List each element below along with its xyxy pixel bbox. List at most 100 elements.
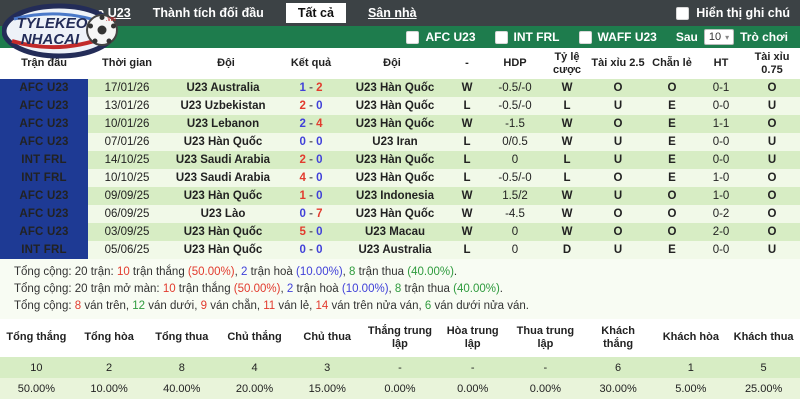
away-team-link[interactable]: U23 Indonesia	[336, 187, 448, 205]
games-count-select[interactable]: 10 ▾	[703, 29, 735, 45]
summary-segment: (10.00%)	[295, 266, 343, 278]
waff-u23-checkbox[interactable]	[578, 30, 592, 44]
competition-badge: AFC U23	[0, 97, 88, 115]
home-team-link[interactable]: U23 Hàn Quốc	[166, 187, 286, 205]
halftime-score: 0-0	[698, 97, 744, 115]
hdp-value: -1.5	[486, 115, 544, 133]
stats-value-cell: 2	[72, 357, 146, 378]
odd-even-letter: O	[646, 79, 698, 97]
over-under-25-letter: U	[590, 187, 646, 205]
summary-segment: (50.00%)	[187, 266, 235, 278]
match-date: 06/09/25	[88, 205, 166, 223]
after-label: Sau	[675, 30, 698, 44]
tab-home[interactable]: Sân nhà	[368, 6, 417, 20]
away-team-link[interactable]: U23 Hàn Quốc	[336, 151, 448, 169]
away-team-link[interactable]: U23 Hàn Quốc	[336, 115, 448, 133]
summary-segment: (50.00%)	[233, 283, 281, 295]
match-row: AFC U23 07/01/26 U23 Hàn Quốc 0 - 0 U23 Iran…	[0, 133, 800, 151]
stats-header-cell: Tổng thua	[145, 319, 219, 357]
stats-value-cell: 3	[290, 357, 364, 378]
summary-segment: trận thua	[355, 266, 408, 278]
halftime-score: 0-1	[698, 79, 744, 97]
summary-segment: trận hoà	[293, 283, 342, 295]
over-under-25-letter: U	[590, 97, 646, 115]
hdp-value: -0.5/-0	[486, 79, 544, 97]
result-letter: L	[448, 151, 486, 169]
odds-letter: W	[544, 223, 590, 241]
away-goals: 0	[316, 172, 323, 184]
result-letter: W	[448, 205, 486, 223]
head-to-head-table: Trận đấu Thời gian Đội Kết quả Đội - HDP…	[0, 48, 800, 259]
home-team-link[interactable]: U23 Uzbekistan	[166, 97, 286, 115]
odds-letter: W	[544, 115, 590, 133]
over-under-075-letter: O	[744, 205, 800, 223]
int-frl-checkbox[interactable]	[494, 30, 508, 44]
tab-all[interactable]: Tất cả	[285, 3, 346, 23]
logo-suffix: .VIN	[106, 17, 116, 23]
odds-letter: W	[544, 205, 590, 223]
score-separator: -	[305, 226, 317, 238]
home-team-link[interactable]: U23 Lào	[166, 205, 286, 223]
home-team-link[interactable]: U23 Australia	[166, 79, 286, 97]
svg-text:TYLEKEO: TYLEKEO	[17, 15, 88, 32]
waff-u23-label: WAFF U23	[597, 30, 657, 44]
halftime-score: 2-0	[698, 223, 744, 241]
home-team-link[interactable]: U23 Saudi Arabia	[166, 151, 286, 169]
away-goals: 7	[316, 208, 323, 220]
result-letter: L	[448, 241, 486, 259]
score-separator: -	[305, 244, 317, 256]
result-letter: L	[448, 169, 486, 187]
match-date: 17/01/26	[88, 79, 166, 97]
score-cell: 2 - 4	[286, 115, 336, 133]
match-date: 14/10/25	[88, 151, 166, 169]
odds-letter: L	[544, 97, 590, 115]
competition-badge: AFC U23	[0, 115, 88, 133]
hdp-value: 0	[486, 151, 544, 169]
stats-header-cell: Tổng hòa	[72, 319, 146, 357]
result-letter: L	[448, 97, 486, 115]
over-under-075-letter: U	[744, 97, 800, 115]
summary-line: Tổng cộng: 20 trận mở màn: 10 trận thắng…	[14, 281, 800, 298]
stats-value-cell: 5	[727, 357, 800, 378]
halftime-score: 1-1	[698, 115, 744, 133]
away-goals: 2	[316, 82, 323, 94]
away-team-link[interactable]: U23 Macau	[336, 223, 448, 241]
away-team-link[interactable]: U23 Australia	[336, 241, 448, 259]
match-row: AFC U23 13/01/26 U23 Uzbekistan 2 - 0 U23 Hà…	[0, 97, 800, 115]
away-team-link[interactable]: U23 Hàn Quốc	[336, 169, 448, 187]
stats-percent-cell: 30.00%	[581, 378, 655, 399]
afc-u23-checkbox[interactable]	[406, 30, 420, 44]
away-team-link[interactable]: U23 Hàn Quốc	[336, 79, 448, 97]
stats-value-cell: -	[363, 357, 437, 378]
result-letter: W	[448, 187, 486, 205]
away-team-link[interactable]: U23 Hàn Quốc	[336, 205, 448, 223]
stats-value-cell: -	[509, 357, 582, 378]
halftime-score: 1-0	[698, 169, 744, 187]
over-under-25-letter: O	[590, 169, 646, 187]
matches-tbody: AFC U23 17/01/26 U23 Australia 1 - 2 U23 Hàn…	[0, 79, 800, 259]
home-team-link[interactable]: U23 Lebanon	[166, 115, 286, 133]
away-team-link[interactable]: U23 Hàn Quốc	[336, 97, 448, 115]
halftime-score: 0-0	[698, 241, 744, 259]
home-team-link[interactable]: U23 Saudi Arabia	[166, 169, 286, 187]
competition-badge: INT FRL	[0, 169, 88, 187]
home-team-link[interactable]: U23 Hàn Quốc	[166, 133, 286, 151]
over-under-075-letter: O	[744, 187, 800, 205]
score-separator: -	[305, 190, 317, 202]
result-letter: W	[448, 115, 486, 133]
away-team-link[interactable]: U23 Iran	[336, 133, 448, 151]
stats-header-cell: Thắng trung lập	[363, 319, 437, 357]
show-notes-checkbox[interactable]	[676, 6, 690, 20]
odds-letter: L	[544, 151, 590, 169]
summary-segment: trận hoà	[247, 266, 296, 278]
odd-even-letter: E	[646, 151, 698, 169]
over-under-25-letter: O	[590, 205, 646, 223]
summary-segment: 11	[263, 300, 276, 312]
stats-header-cell: Khách hòa	[654, 319, 728, 357]
halftime-score: 0-0	[698, 133, 744, 151]
home-team-link[interactable]: U23 Hàn Quốc	[166, 223, 286, 241]
over-under-075-letter: U	[744, 133, 800, 151]
stats-header-cell: Chủ thắng	[218, 319, 291, 357]
home-team-link[interactable]: U23 Hàn Quốc	[166, 241, 286, 259]
competition-badge: AFC U23	[0, 133, 88, 151]
